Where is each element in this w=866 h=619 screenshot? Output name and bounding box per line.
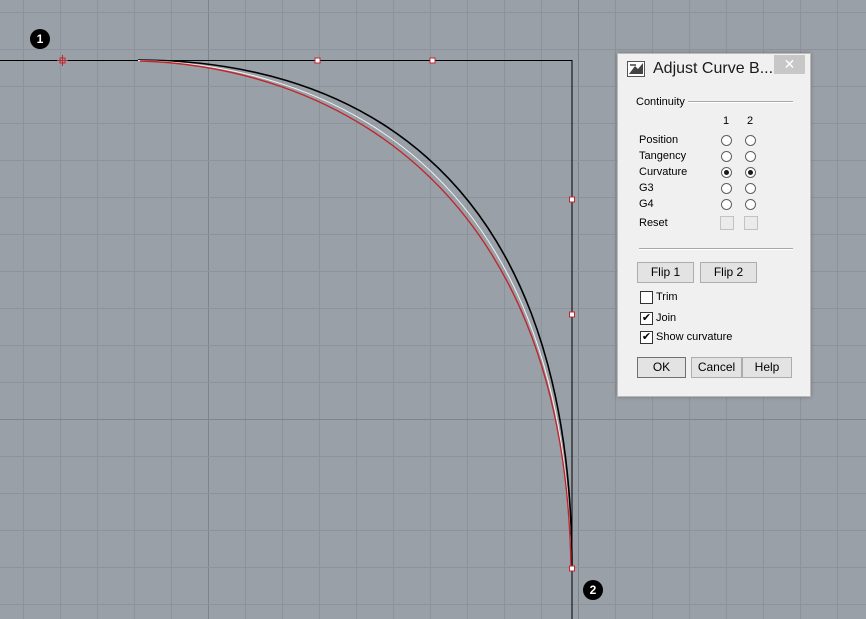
row-label-curvature: Curvature (639, 166, 688, 178)
flip-2-button[interactable]: Flip 2 (700, 262, 757, 283)
column-header-1: 1 (723, 115, 730, 127)
position-radio-2[interactable] (745, 135, 756, 146)
row-label-g3: G3 (639, 182, 654, 194)
ok-button[interactable]: OK (637, 357, 686, 378)
row-label-position: Position (639, 134, 679, 146)
g4-radio-1[interactable] (721, 199, 732, 210)
row-label-reset: Reset (639, 217, 668, 229)
group-divider (688, 101, 793, 103)
row-label-g4: G4 (639, 198, 654, 210)
row-label-tangency: Tangency (639, 150, 687, 162)
g3-radio-2[interactable] (745, 183, 756, 194)
endpoint-marker-2: 2 (583, 580, 603, 600)
curvature-radio-2[interactable] (745, 167, 756, 178)
dialog-titlebar[interactable]: Adjust Curve B... ✕ (618, 54, 810, 84)
reset-button-2[interactable] (744, 216, 758, 230)
control-point[interactable] (569, 196, 575, 203)
join-checkbox[interactable]: ✔ (640, 312, 653, 325)
join-label: Join (656, 312, 677, 324)
control-point[interactable] (429, 57, 436, 64)
g4-radio-2[interactable] (745, 199, 756, 210)
control-point[interactable] (569, 311, 575, 318)
cancel-button[interactable]: Cancel (691, 357, 742, 378)
section-divider (639, 248, 793, 250)
dialog-title: Adjust Curve B... (653, 60, 774, 77)
position-radio-1[interactable] (721, 135, 732, 146)
rhino-app-icon (627, 61, 645, 77)
column-header-2: 2 (747, 115, 754, 127)
endpoint-marker-1: 1 (30, 29, 50, 49)
show-curvature-label: Show curvature (656, 331, 733, 343)
continuity-group-label: Continuity (636, 96, 685, 108)
trim-label: Trim (656, 291, 678, 303)
tangency-radio-1[interactable] (721, 151, 732, 162)
trim-checkbox[interactable] (640, 291, 653, 304)
control-point[interactable] (314, 57, 321, 64)
control-point[interactable] (569, 565, 575, 572)
close-button[interactable]: ✕ (774, 55, 805, 74)
curvature-radio-1[interactable] (721, 167, 732, 178)
show-curvature-checkbox[interactable]: ✔ (640, 331, 653, 344)
tangency-radio-2[interactable] (745, 151, 756, 162)
flip-1-button[interactable]: Flip 1 (637, 262, 694, 283)
adjust-curve-blend-dialog: Adjust Curve B... ✕ Continuity 1 2 Posit… (617, 53, 811, 397)
reset-button-1[interactable] (720, 216, 734, 230)
help-button[interactable]: Help (742, 357, 792, 378)
g3-radio-1[interactable] (721, 183, 732, 194)
